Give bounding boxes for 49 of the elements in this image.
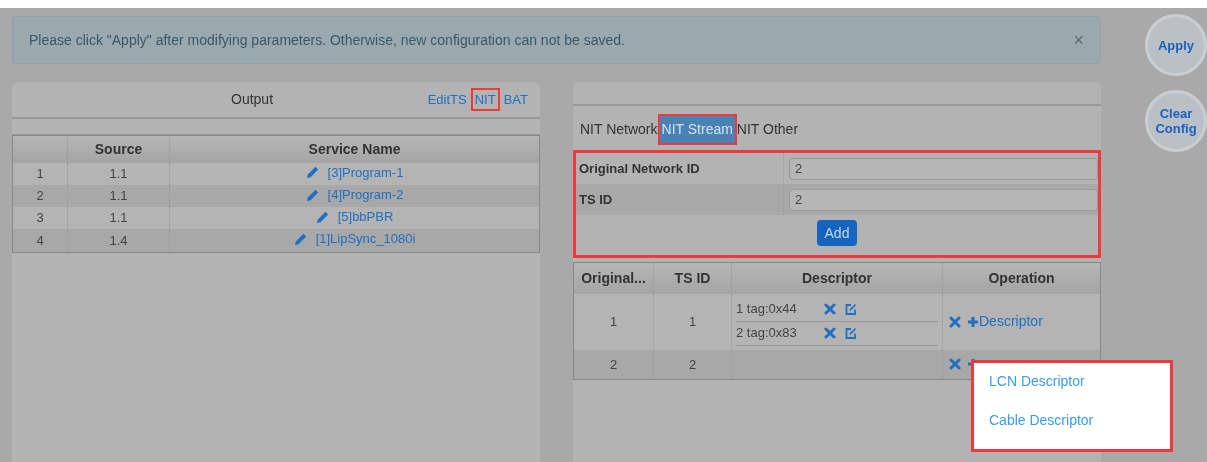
- table-cell: 2: [573, 349, 654, 380]
- service-link[interactable]: [4]Program-2: [327, 184, 404, 205]
- nav-link[interactable]: BAT: [501, 89, 530, 110]
- add-button[interactable]: Add: [816, 220, 858, 246]
- column-header: TS ID: [653, 262, 732, 294]
- column-header: Service Name: [169, 135, 540, 163]
- column-header: Descriptor: [731, 262, 943, 294]
- table-cell: 1.1: [67, 162, 170, 185]
- plus-icon: [967, 315, 979, 328]
- column-header: Operation: [942, 262, 1101, 294]
- table-cell: 1: [12, 162, 68, 185]
- table-cell: 1.4: [67, 229, 170, 252]
- close-button[interactable]: ×: [1073, 26, 1084, 54]
- descriptor-tag: 2 tag:0x83: [736, 323, 816, 343]
- edit-icon[interactable]: [844, 326, 857, 340]
- delete-icon[interactable]: [949, 315, 961, 328]
- column-header: Source: [67, 135, 170, 163]
- pencil-icon[interactable]: [315, 209, 330, 224]
- add-descriptor-link[interactable]: Descriptor: [967, 311, 1043, 332]
- tab[interactable]: NIT Stream: [659, 116, 735, 143]
- tab[interactable]: NIT Other: [734, 116, 801, 143]
- service-link[interactable]: [3]Program-1: [327, 162, 404, 182]
- input-field[interactable]: 2: [789, 188, 1098, 211]
- delete-icon[interactable]: [949, 358, 961, 371]
- round-button[interactable]: Clear Config: [1145, 90, 1207, 152]
- input-field[interactable]: 2: [789, 157, 1098, 180]
- field-label: TS ID: [576, 184, 784, 215]
- nav-link[interactable]: NIT: [472, 89, 498, 110]
- delete-icon[interactable]: [824, 327, 836, 339]
- table-cell: 4: [12, 229, 68, 252]
- alert-message: Please click "Apply" after modifying parameters. Otherwise, new configuration can not be saved.: [29, 30, 625, 50]
- pencil-icon[interactable]: [305, 165, 320, 180]
- service-link[interactable]: [5]bbPBR: [337, 207, 394, 227]
- delete-icon[interactable]: [824, 303, 836, 315]
- column-header: Original...: [573, 262, 654, 294]
- table-cell: 1: [653, 293, 732, 350]
- nav-link[interactable]: EditTS: [425, 89, 469, 110]
- service-link[interactable]: [1]LipSync_1080i: [315, 229, 416, 249]
- pencil-icon[interactable]: [293, 232, 308, 246]
- panel-title: Output: [231, 90, 274, 109]
- edit-icon[interactable]: [844, 302, 857, 316]
- menu-item[interactable]: Cable Descriptor: [989, 410, 1094, 431]
- round-button[interactable]: Apply: [1145, 14, 1207, 76]
- table-cell: 1: [573, 293, 654, 350]
- tab[interactable]: NIT Network: [578, 116, 660, 143]
- menu-item[interactable]: LCN Descriptor: [989, 371, 1085, 392]
- descriptor-tag: 1 tag:0x44: [736, 299, 816, 319]
- pencil-icon[interactable]: [305, 187, 320, 202]
- table-cell: 2: [653, 349, 732, 380]
